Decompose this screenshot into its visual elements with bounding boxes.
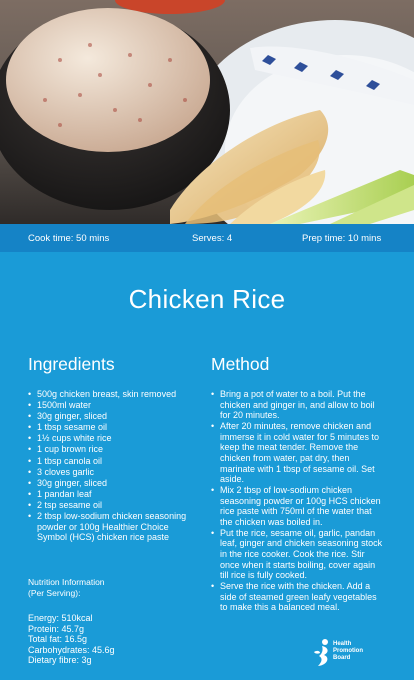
nutrition-fact: Dietary fibre: 3g (28, 655, 92, 666)
ingredients-list: 500g chicken breast, skin removed 1500ml… (28, 389, 196, 543)
method-step: Mix 2 tbsp of low-sodium chicken seasoni… (211, 485, 383, 527)
method-step: Put the rice, sesame oil, garlic, pandan… (211, 528, 383, 581)
method-step: After 20 minutes, remove chicken and imm… (211, 421, 383, 485)
cook-time: Cook time: 50 mins (28, 233, 110, 244)
ingredient-item: 1½ cups white rice (28, 433, 196, 444)
ingredient-item: 30g ginger, sliced (28, 411, 196, 422)
nutrition-fact: Total fat: 16.5g (28, 634, 88, 645)
ingredients-heading: Ingredients (28, 354, 115, 374)
ingredient-item: 1 tbsp canola oil (28, 456, 196, 467)
ingredient-item: 1 pandan leaf (28, 489, 196, 500)
recipe-title: Chicken Rice (128, 284, 286, 314)
ingredient-item: 1500ml water (28, 400, 196, 411)
nutrition-subheading: (Per Serving): (28, 588, 81, 598)
nutrition-facts: Energy: 510kcal Protein: 45.7g Total fat… (28, 613, 115, 666)
ingredient-item: 2 tbsp low-sodium chicken seasoning powd… (28, 511, 196, 543)
nutrition-fact: Energy: 510kcal (28, 613, 93, 623)
ingredient-item: 3 cloves garlic (28, 467, 196, 478)
ingredient-item: 2 tsp sesame oil (28, 500, 196, 511)
ingredient-item: 1 tbsp sesame oil (28, 422, 196, 433)
nutrition-fact: Carbohydrates: 45.6g (28, 644, 115, 655)
chicken-rice-photo (0, 0, 414, 224)
logo-text: Health Promotion Board (333, 641, 363, 661)
nutrition-heading: Nutrition Information (28, 577, 105, 587)
ingredient-item: 1 cup brown rice (28, 444, 196, 455)
ingredient-item: 30g ginger, sliced (28, 478, 196, 489)
recipe-info-strip: Cook time: 50 mins Serves: 4 Prep time: … (0, 224, 414, 252)
ingredient-item: 500g chicken breast, skin removed (28, 389, 196, 400)
nutrition-fact: Protein: 45.7g (28, 623, 85, 634)
method-step: Serve the rice with the chicken. Add a s… (211, 581, 383, 613)
prep-time: Prep time: 10 mins (302, 233, 382, 244)
method-list: Bring a pot of water to a boil. Put the … (211, 389, 383, 613)
method-heading: Method (211, 354, 270, 374)
nutrition-heading-block: Nutrition Information (Per Serving): (28, 577, 178, 599)
method-step: Bring a pot of water to a boil. Put the … (211, 389, 383, 421)
health-promotion-board-logo: Health Promotion Board (312, 638, 402, 672)
hpb-mark-icon (314, 639, 328, 666)
serves: Serves: 4 (192, 233, 233, 244)
